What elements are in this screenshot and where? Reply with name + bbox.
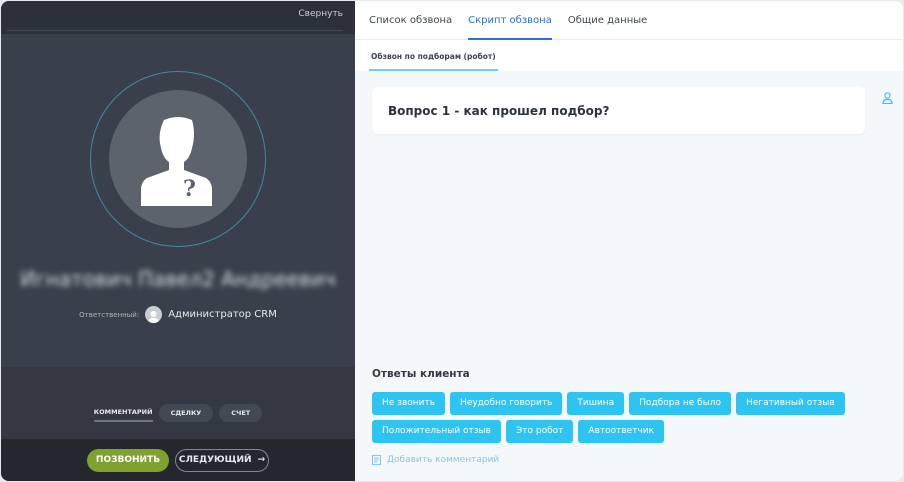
answer-button[interactable]: Положительный отзыв [372,420,501,443]
note-icon [372,455,381,465]
answer-button[interactable]: Негативный отзыв [736,392,845,415]
responsible-row: Ответственный: Администратор CRM [1,306,355,323]
contact-panel: Свернуть ? Игнатович Павел2 Андреевич От… [1,1,355,481]
next-button[interactable]: СЛЕДУЮЩИЙ → [175,448,269,472]
answers-list: Не звонить Неудобно говорить Тишина Подб… [372,392,852,443]
answer-button[interactable]: Автоответчик [578,420,665,443]
add-comment-label: Добавить комментарий [387,455,500,465]
tab-comment[interactable]: КОММЕНТАРИЙ [93,403,153,422]
main-tabs: Список обзвона Скрипт обзвона Общие данн… [355,1,903,40]
tab-call-list[interactable]: Список обзвона [369,1,452,40]
action-tabs-area: КОММЕНТАРИЙ СДЕЛКУ СЧЕТ [1,367,355,439]
tab-deal[interactable]: СДЕЛКУ [158,403,214,422]
call-button[interactable]: ПОЗВОНИТЬ [87,448,169,472]
tab-invoice[interactable]: СЧЕТ [219,403,263,422]
arrow-right-icon: → [257,455,266,465]
tab-call-script[interactable]: Скрипт обзвона [468,1,552,40]
contact-name: Игнатович Павел2 Андреевич [20,267,336,291]
answer-button[interactable]: Не звонить [372,392,446,415]
add-comment-link[interactable]: Добавить комментарий [372,455,499,465]
answers-title: Ответы клиента [372,368,470,380]
svg-text:?: ? [183,176,196,202]
answer-button[interactable]: Тишина [567,392,625,415]
divider [7,30,343,31]
collapse-button[interactable]: Свернуть [298,9,343,19]
responsible-label: Ответственный: [79,310,140,319]
responsible-value[interactable]: Администратор CRM [168,309,277,320]
call-footer: ПОЗВОНИТЬ СЛЕДУЮЩИЙ → [1,439,355,481]
subtab-robot-calls[interactable]: Обзвон по подборам (робот) [369,40,498,71]
answer-button[interactable]: Подбора не было [629,392,732,415]
script-subtabs: Обзвон по подборам (робот) [355,40,903,71]
script-panel: Список обзвона Скрипт обзвона Общие данн… [355,1,903,481]
next-button-label: СЛЕДУЮЩИЙ [178,455,252,465]
person-icon[interactable] [882,89,893,108]
user-avatar-icon [145,306,163,323]
tab-general-data[interactable]: Общие данные [568,1,647,40]
answer-button[interactable]: Неудобно говорить [450,392,563,415]
answer-button[interactable]: Это робот [505,420,574,443]
contact-panel-header: Свернуть [1,1,355,34]
call-window: Свернуть ? Игнатович Павел2 Андреевич От… [1,1,903,481]
unknown-person-icon: ? [109,90,247,228]
question-card: Вопрос 1 - как прошел подбор? [372,87,865,134]
